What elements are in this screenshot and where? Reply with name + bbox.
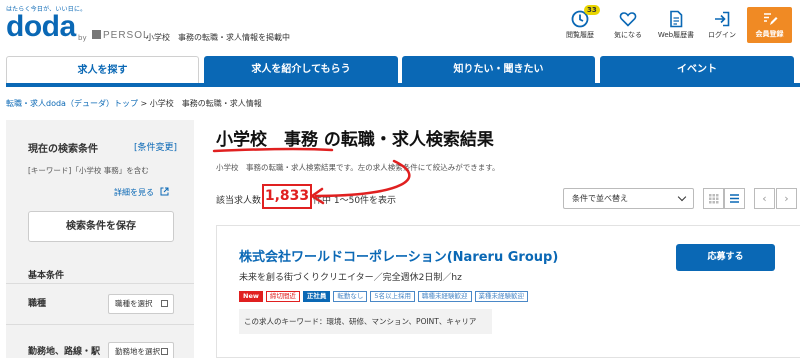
apply-button[interactable]: 応募する <box>676 244 775 271</box>
tag-no-transfer: 転勤なし <box>333 291 368 302</box>
result-count-prefix: 該当求人数 <box>216 196 262 206</box>
job-keywords: この求人のキーワード：環境、研修、マンション、POINT、キャリア <box>239 309 492 334</box>
persol-mark-icon <box>92 30 101 39</box>
tag-employment-type: 正社員 <box>302 291 331 302</box>
persol-logo: PERSOL <box>92 30 150 41</box>
chevron-down-icon <box>677 192 687 202</box>
favorites-button[interactable]: 気になる <box>606 8 650 48</box>
page-subtitle: 小学校 事務の転職・求人検索結果です。左の求人検索条件にて絞込みができます。 <box>216 163 500 172</box>
doda-logo[interactable]: doda <box>6 12 76 42</box>
change-conditions-link[interactable]: [条件変更] <box>134 140 177 153</box>
history-label: 閲覧履歴 <box>566 31 594 39</box>
select-location-label: 勤務地を選択 <box>115 347 160 356</box>
breadcrumb-home-link[interactable]: 転職・求人doda（デューダ）トップ <box>6 99 138 108</box>
prev-page-button[interactable]: ‹ <box>754 188 775 209</box>
search-conditions-panel: 現在の検索条件 [条件変更] [キーワード]「小学校 事務」を含む 詳細を見る … <box>6 120 194 358</box>
result-count: 1,833 <box>262 184 312 209</box>
tag-job-inexperienced: 職種未経験歓迎 <box>418 291 472 302</box>
page-title: 小学校 事務 の転職・求人検索結果 <box>216 125 494 150</box>
favorites-label: 気になる <box>614 31 642 39</box>
conditions-title: 現在の検索条件 <box>28 144 98 155</box>
select-job-type-button[interactable]: 職種を選択 <box>108 294 174 314</box>
sort-label: 条件で並べ替え <box>572 194 628 203</box>
tab-get-introduced[interactable]: 求人を紹介してもらう <box>204 56 398 83</box>
job-tags: New 締切間近 正社員 転勤なし 5名以上採用 職種未経験歓迎 業種未経験歓迎 <box>239 291 528 302</box>
main-nav: 求人を探す 求人を紹介してもらう 知りたい・聞きたい イベント <box>6 56 800 87</box>
header-description: 小学校 事務の転職・求人情報を掲載中 <box>146 33 290 42</box>
grid-icon <box>709 194 719 204</box>
resume-button[interactable]: Web履歴書 <box>654 8 698 48</box>
by-text: by <box>78 34 87 42</box>
register-button[interactable]: 会員登録 <box>747 7 792 43</box>
external-link-icon <box>161 348 168 355</box>
login-icon <box>715 11 730 27</box>
title-keyword: 小学校 事務 <box>216 130 318 150</box>
tab-events[interactable]: イベント <box>600 56 794 83</box>
location-label: 勤務地、路線・駅 <box>28 347 101 357</box>
basic-conditions-heading: 基本条件 <box>28 271 65 281</box>
heart-icon <box>619 12 637 27</box>
company-name-link[interactable]: 株式会社ワールドコーポレーション(Nareru Group) <box>239 246 558 265</box>
view-details-label: 詳細を見る <box>114 188 154 197</box>
breadcrumb-separator: > <box>137 99 150 108</box>
title-rest: の転職・求人検索結果 <box>318 130 494 150</box>
history-badge: 33 <box>584 5 600 15</box>
breadcrumb: 転職・求人doda（デューダ）トップ > 小学校 事務の転職・求人情報 <box>6 98 262 109</box>
logo-text: doda <box>6 10 76 43</box>
save-conditions-button[interactable]: 検索条件を保存 <box>28 211 174 242</box>
login-button[interactable]: ログイン <box>700 8 744 48</box>
grid-view-button[interactable] <box>703 188 724 209</box>
tag-industry-inexperienced: 業種未経験歓迎 <box>474 291 528 302</box>
history-button[interactable]: 33 閲覧履歴 <box>558 5 602 48</box>
result-range: 件中 1～50件を表示 <box>313 196 397 206</box>
sort-select[interactable]: 条件で並べ替え <box>563 188 694 209</box>
tab-learn-ask[interactable]: 知りたい・聞きたい <box>402 56 595 83</box>
job-type-label: 職種 <box>28 299 47 309</box>
job-card: 株式会社ワールドコーポレーション(Nareru Group) 未来を創る街づくり… <box>216 225 800 358</box>
external-link-icon <box>161 300 168 307</box>
login-label: ログイン <box>708 31 736 39</box>
tag-deadline: 締切間近 <box>265 291 300 302</box>
pen-icon <box>763 13 777 25</box>
view-details-link[interactable]: 詳細を見る <box>114 187 169 198</box>
site-header: はたらく今日が、いい日に。 doda by PERSOL 小学校 事務の転職・求… <box>0 0 800 56</box>
next-page-button[interactable]: › <box>776 188 797 209</box>
breadcrumb-current: 小学校 事務の転職・求人情報 <box>149 99 262 108</box>
list-icon <box>730 194 739 203</box>
persol-text: PERSOL <box>103 30 150 41</box>
document-icon <box>670 10 683 28</box>
external-link-icon <box>160 187 169 196</box>
tab-search-jobs[interactable]: 求人を探す <box>6 56 199 83</box>
divider <box>6 324 194 325</box>
tag-hiring-count: 5名以上採用 <box>370 291 415 302</box>
resume-label: Web履歴書 <box>657 31 695 39</box>
keyword-condition: [キーワード]「小学校 事務」を含む <box>28 166 149 175</box>
select-location-button[interactable]: 勤務地を選択 <box>108 342 174 358</box>
register-label: 会員登録 <box>755 30 784 38</box>
select-job-type-label: 職種を選択 <box>115 299 153 308</box>
list-view-button[interactable] <box>724 188 745 209</box>
job-catchphrase: 未来を創る街づくりクリエイター／完全週休2日制／hz <box>239 273 462 283</box>
divider <box>6 283 194 284</box>
tag-new: New <box>239 291 263 302</box>
